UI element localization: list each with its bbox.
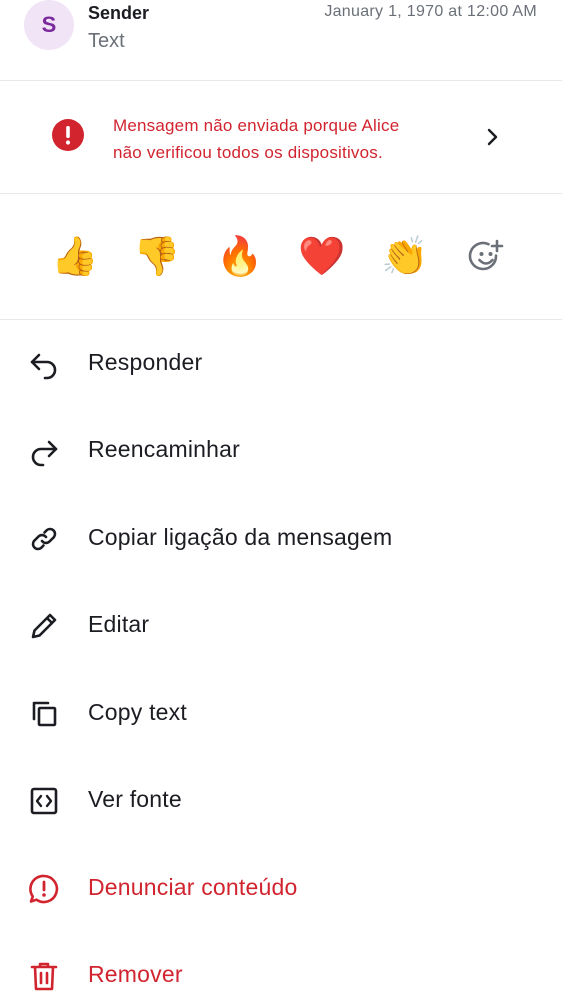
- reply-icon: [30, 353, 57, 380]
- divider: [0, 319, 562, 320]
- report-button[interactable]: Denunciar conteúdo: [0, 849, 562, 929]
- timestamp: January 1, 1970 at 12:00 AM: [324, 3, 537, 20]
- chevron-right-icon: [487, 128, 498, 146]
- copy-link-button[interactable]: Copiar ligação da mensagem: [0, 499, 562, 579]
- warning-line-1: Mensagem não enviada porque Alice: [113, 116, 400, 135]
- report-label: Denunciar conteúdo: [88, 874, 298, 900]
- remove-button[interactable]: Remover: [0, 936, 562, 1000]
- code-icon: [30, 787, 58, 815]
- warning-text: Mensagem não enviada porque Alice não ve…: [113, 112, 463, 166]
- pencil-icon: [31, 613, 57, 639]
- remove-label: Remover: [88, 961, 183, 987]
- message-text: Text: [88, 30, 125, 52]
- copy-text-button[interactable]: Copy text: [0, 674, 562, 754]
- link-icon: [31, 527, 57, 551]
- edit-label: Editar: [88, 611, 150, 637]
- message-header: S Sender Text January 1, 1970 at 12:00 A…: [0, 0, 562, 80]
- reaction-thumbs-down[interactable]: 👎: [132, 232, 182, 282]
- copy-link-label: Copiar ligação da mensagem: [88, 524, 393, 550]
- reaction-fire[interactable]: 🔥: [215, 232, 265, 282]
- view-source-label: Ver fonte: [88, 786, 182, 812]
- copy-text-label: Copy text: [88, 699, 187, 725]
- copy-icon: [32, 701, 57, 727]
- reply-label: Responder: [88, 349, 203, 375]
- report-icon: [29, 874, 59, 904]
- trash-icon: [30, 962, 58, 991]
- forward-label: Reencaminhar: [88, 436, 240, 462]
- forward-icon: [31, 440, 58, 467]
- message-action-sheet: S Sender Text January 1, 1970 at 12:00 A…: [0, 0, 562, 1000]
- edit-button[interactable]: Editar: [0, 586, 562, 666]
- warning-line-2: não verificou todos os dispositivos.: [113, 143, 383, 162]
- forward-button[interactable]: Reencaminhar: [0, 411, 562, 491]
- error-icon: [52, 119, 84, 151]
- reaction-clap[interactable]: 👏: [380, 232, 430, 282]
- sender-name: Sender: [88, 3, 150, 23]
- add-reaction-icon[interactable]: [468, 238, 506, 276]
- avatar: S: [24, 0, 74, 50]
- view-source-button[interactable]: Ver fonte: [0, 761, 562, 841]
- reaction-thumbs-up[interactable]: 👍: [50, 232, 100, 282]
- reaction-heart[interactable]: ❤️: [297, 232, 347, 282]
- reply-button[interactable]: Responder: [0, 324, 562, 404]
